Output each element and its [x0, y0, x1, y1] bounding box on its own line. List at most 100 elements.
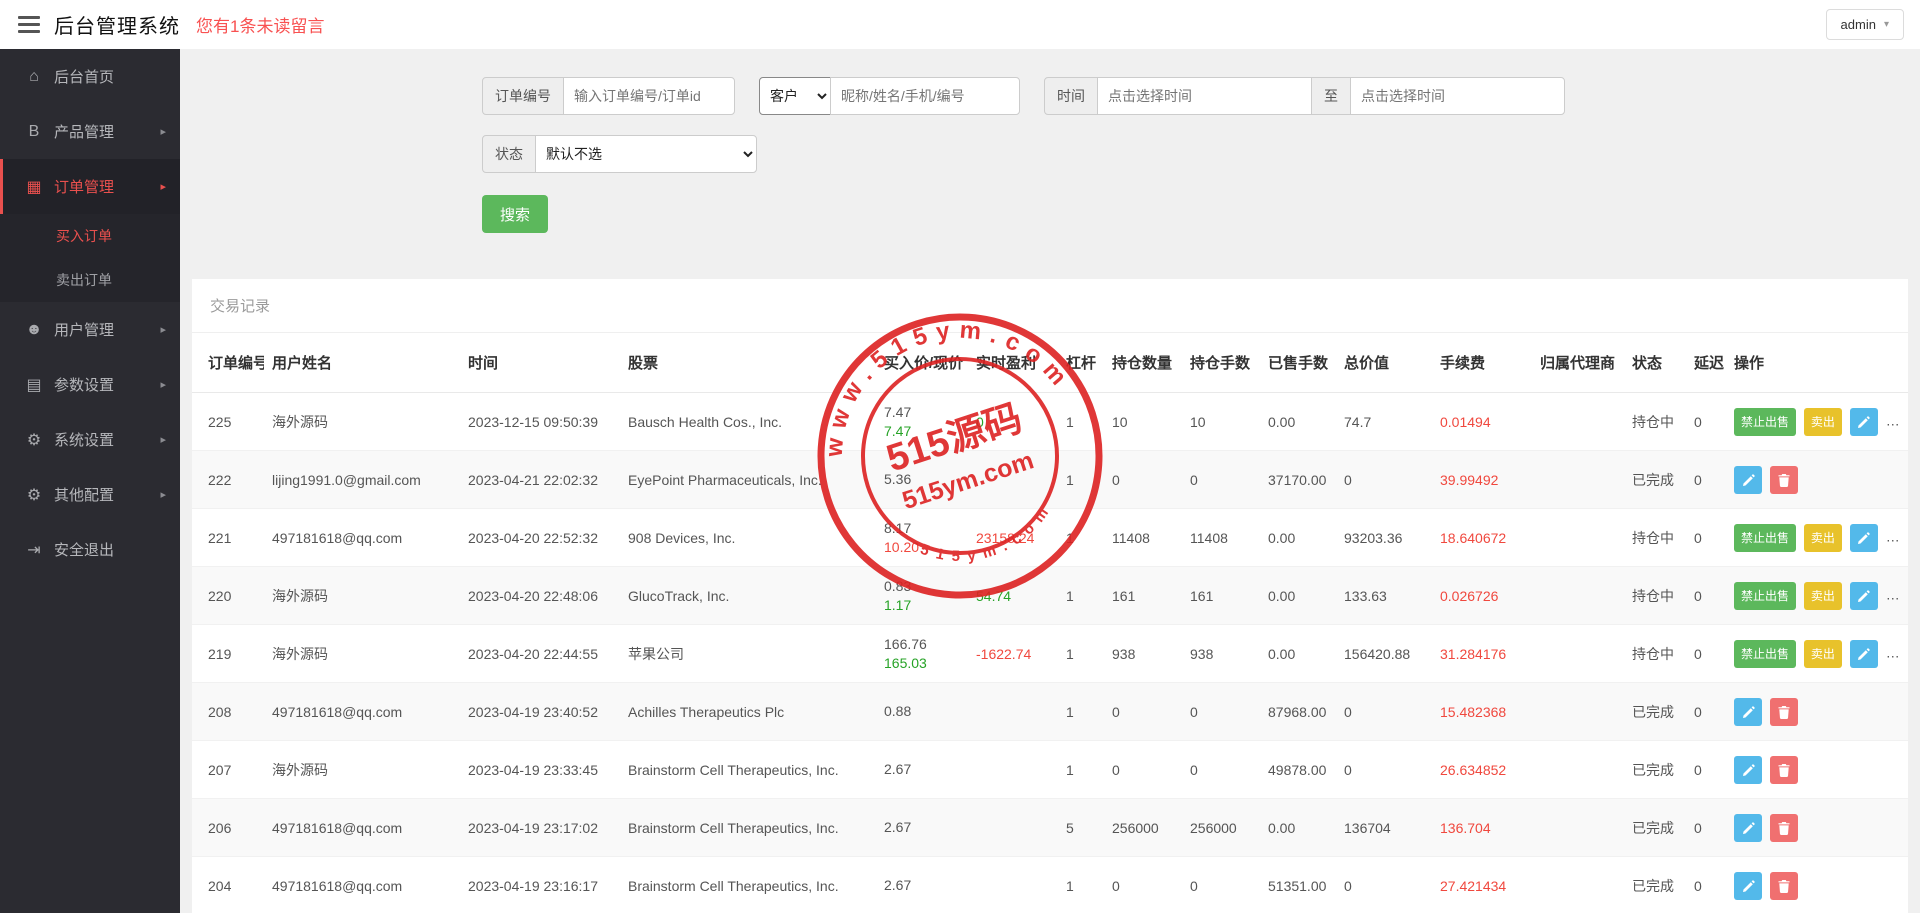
sidebar-item-users[interactable]: ☻ 用户管理 ▸	[0, 302, 180, 357]
unread-message-notice[interactable]: 您有1条未读留言	[196, 12, 324, 37]
edit-button[interactable]	[1850, 582, 1878, 610]
buy-price: 7.47	[884, 403, 960, 422]
buy-price: 5.36	[884, 470, 960, 489]
delete-button[interactable]	[1770, 698, 1798, 726]
order-icon: ▦	[22, 177, 46, 197]
edit-button[interactable]	[1850, 524, 1878, 552]
search-button[interactable]: 搜索	[482, 195, 548, 233]
cell-time: 2023-04-19 23:17:02	[460, 799, 620, 857]
edit-button[interactable]	[1734, 466, 1762, 494]
delete-button[interactable]	[1770, 814, 1798, 842]
cell-stock: Brainstorm Cell Therapeutics, Inc.	[620, 741, 876, 799]
pencil-icon	[1857, 590, 1870, 603]
status-select[interactable]: 默认不选	[535, 135, 757, 173]
document-icon: ▤	[22, 375, 46, 395]
pencil-icon	[1742, 764, 1755, 777]
cell-fee: 39.99492	[1432, 451, 1532, 509]
current-price: 10.20	[884, 538, 960, 557]
sidebar-item-other-config[interactable]: ⚙ 其他配置 ▸	[0, 467, 180, 522]
sell-button[interactable]: 卖出	[1804, 640, 1842, 668]
sidebar-item-orders[interactable]: ▦ 订单管理 ▸	[0, 159, 180, 214]
time-to-input[interactable]	[1350, 77, 1565, 115]
search-filters: 订单编号 客户 时间 至 状态 默认不选	[192, 77, 1908, 233]
delete-button[interactable]	[1770, 872, 1798, 900]
cell-sold-lots: 51351.00	[1260, 857, 1336, 913]
cell-agent	[1532, 799, 1624, 857]
forbid-sell-button[interactable]: 禁止出售	[1734, 582, 1796, 610]
delete-button[interactable]	[1770, 466, 1798, 494]
edit-button[interactable]	[1734, 756, 1762, 784]
cell-hold-quantity: 11408	[1104, 509, 1182, 567]
sidebar: ⌂ 后台首页 B 产品管理 ▸ ▦ 订单管理 ▸ 买入订单 卖出订单 ☻ 用户管…	[0, 49, 180, 913]
edit-button[interactable]	[1850, 408, 1878, 436]
sidebar-item-label: 其他配置	[54, 484, 114, 505]
cell-price: 2.67	[876, 857, 968, 913]
sell-button[interactable]: 卖出	[1804, 524, 1842, 552]
cell-agent	[1532, 567, 1624, 625]
submenu-item-buy-orders[interactable]: 买入订单	[0, 214, 180, 258]
panel-title: 交易记录	[192, 279, 1908, 333]
chevron-right-icon: ▸	[160, 323, 166, 336]
cell-total-value: 93203.36	[1336, 509, 1432, 567]
cell-order-id: 220	[192, 567, 264, 625]
cell-hold-lots: 10	[1182, 393, 1260, 451]
table-row: 225 海外源码 2023-12-15 09:50:39 Bausch Heal…	[192, 393, 1908, 451]
col-hold-lots: 持仓手数	[1182, 333, 1260, 393]
cell-actions	[1726, 451, 1908, 509]
cell-hold-quantity: 0	[1104, 683, 1182, 741]
cell-order-id: 204	[192, 857, 264, 913]
sell-button[interactable]: 卖出	[1804, 408, 1842, 436]
order-no-input[interactable]	[563, 77, 735, 115]
cell-status: 已完成	[1624, 683, 1686, 741]
customer-input[interactable]	[830, 77, 1020, 115]
table-row: 222 lijing1991.0@gmail.com 2023-04-21 22…	[192, 451, 1908, 509]
sidebar-item-system-settings[interactable]: ⚙ 系统设置 ▸	[0, 412, 180, 467]
forbid-sell-button[interactable]: 禁止出售	[1734, 408, 1796, 436]
sidebar-item-dashboard[interactable]: ⌂ 后台首页	[0, 49, 180, 104]
delete-button[interactable]	[1770, 756, 1798, 784]
cell-total-value: 133.63	[1336, 567, 1432, 625]
col-total-value: 总价值	[1336, 333, 1432, 393]
cell-sold-lots: 0.00	[1260, 393, 1336, 451]
hamburger-menu-icon[interactable]	[18, 12, 40, 37]
user-icon: ☻	[22, 321, 46, 339]
forbid-sell-button[interactable]: 禁止出售	[1734, 640, 1796, 668]
edit-button[interactable]	[1734, 814, 1762, 842]
edit-button[interactable]	[1734, 872, 1762, 900]
customer-type-select[interactable]: 客户	[759, 77, 831, 115]
cell-hold-quantity: 10	[1104, 393, 1182, 451]
col-stock: 股票	[620, 333, 876, 393]
cell-sold-lots: 87968.00	[1260, 683, 1336, 741]
main-content: 订单编号 客户 时间 至 状态 默认不选	[180, 49, 1920, 913]
delete-button[interactable]	[1886, 582, 1908, 610]
col-leverage: 杠杆	[1058, 333, 1104, 393]
delete-button[interactable]	[1886, 640, 1908, 668]
cell-time: 2023-12-15 09:50:39	[460, 393, 620, 451]
cell-agent	[1532, 741, 1624, 799]
time-from-input[interactable]	[1097, 77, 1312, 115]
forbid-sell-button[interactable]: 禁止出售	[1734, 524, 1796, 552]
filter-row-1: 订单编号 客户 时间 至	[482, 77, 1908, 115]
cell-user-name: 497181618@qq.com	[264, 509, 460, 567]
buy-price: 2.67	[884, 876, 960, 895]
sell-button[interactable]: 卖出	[1804, 582, 1842, 610]
sidebar-item-parameters[interactable]: ▤ 参数设置 ▸	[0, 357, 180, 412]
pencil-icon	[1857, 532, 1870, 545]
table-row: 221 497181618@qq.com 2023-04-20 22:52:32…	[192, 509, 1908, 567]
delete-button[interactable]	[1886, 524, 1908, 552]
user-dropdown[interactable]: admin ▾	[1826, 9, 1904, 40]
sidebar-item-logout[interactable]: ⇥ 安全退出	[0, 522, 180, 577]
edit-button[interactable]	[1850, 640, 1878, 668]
sidebar-item-label: 订单管理	[54, 176, 114, 197]
sidebar-item-products[interactable]: B 产品管理 ▸	[0, 104, 180, 159]
cell-profit	[968, 451, 1058, 509]
cell-order-id: 207	[192, 741, 264, 799]
cell-delay: 0	[1686, 567, 1726, 625]
table-row: 219 海外源码 2023-04-20 22:44:55 苹果公司 166.76…	[192, 625, 1908, 683]
delete-button[interactable]	[1886, 408, 1908, 436]
edit-button[interactable]	[1734, 698, 1762, 726]
submenu-item-sell-orders[interactable]: 卖出订单	[0, 258, 180, 302]
table-row: 207 海外源码 2023-04-19 23:33:45 Brainstorm …	[192, 741, 1908, 799]
cell-stock: Achilles Therapeutics Plc	[620, 683, 876, 741]
table-row: 204 497181618@qq.com 2023-04-19 23:16:17…	[192, 857, 1908, 913]
